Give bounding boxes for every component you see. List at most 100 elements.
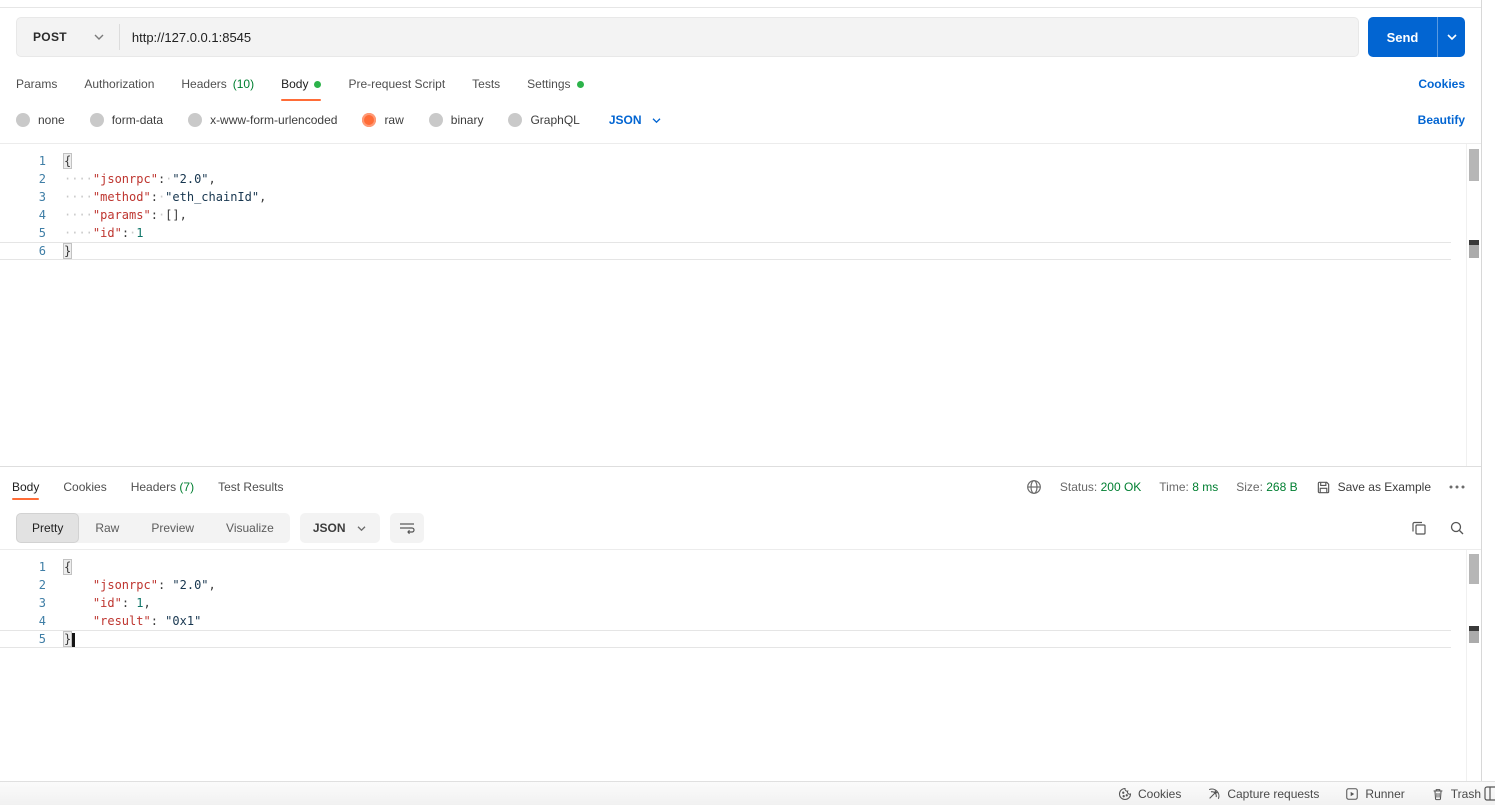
- clipped-panel-icon: [1484, 786, 1495, 801]
- radio-icon: [16, 113, 30, 127]
- statusbar-capture-requests[interactable]: Capture requests: [1207, 787, 1319, 801]
- code-line[interactable]: 3 ····"method":·"eth_chainId",: [0, 188, 1451, 206]
- view-row-right: [1411, 520, 1465, 536]
- code-text: {: [62, 153, 73, 169]
- code-line[interactable]: 6}: [0, 242, 1451, 260]
- code-text: }: [46, 630, 76, 648]
- url-input[interactable]: [119, 18, 1358, 56]
- response-headers-count: (7): [179, 480, 195, 494]
- radio-icon: [508, 113, 523, 127]
- more-options-icon[interactable]: [1449, 485, 1465, 489]
- tab-authorization[interactable]: Authorization: [84, 69, 154, 99]
- code-line[interactable]: 2 "jsonrpc": "2.0",: [0, 576, 1451, 594]
- view-pretty[interactable]: Pretty: [16, 513, 80, 543]
- tab-response-cookies[interactable]: Cookies: [63, 468, 106, 506]
- cookie-icon: [1118, 787, 1132, 800]
- editor-scrollbar[interactable]: [1466, 144, 1481, 466]
- code-line[interactable]: 4 ····"params":·[],: [0, 206, 1451, 224]
- line-number: 4: [38, 614, 46, 628]
- code-text: "id": 1,: [92, 596, 151, 610]
- line-number: 2: [38, 172, 46, 186]
- wrap-lines-button[interactable]: [389, 513, 424, 543]
- send-button[interactable]: Send: [1368, 17, 1465, 57]
- mode-none[interactable]: none: [16, 113, 65, 127]
- code-line[interactable]: 3 "id": 1,: [0, 594, 1451, 612]
- code-text: ····"jsonrpc":·"2.0",: [64, 172, 216, 186]
- tab-headers[interactable]: Headers (10): [181, 69, 254, 99]
- size-value: 268 B: [1266, 480, 1298, 494]
- view-visualize[interactable]: Visualize: [210, 513, 290, 543]
- request-language-select[interactable]: JSON: [609, 113, 662, 127]
- save-icon: [1317, 481, 1329, 493]
- line-number: 1: [38, 560, 46, 574]
- mode-graphql[interactable]: GraphQL: [508, 113, 580, 127]
- size-pair: Size: 268 B: [1236, 480, 1298, 494]
- code-line[interactable]: 5}: [0, 630, 1451, 648]
- send-label: Send: [1386, 29, 1419, 45]
- mode-raw[interactable]: raw: [362, 113, 404, 127]
- code-line[interactable]: 1{: [0, 558, 1451, 576]
- request-body-editor[interactable]: 1{2 ····"jsonrpc":·"2.0", 3 ····"method":·"…: [0, 143, 1481, 466]
- tab-response-body[interactable]: Body: [12, 468, 40, 506]
- tab-settings[interactable]: Settings: [527, 69, 584, 99]
- radio-selected-icon: [362, 113, 377, 127]
- mode-binary[interactable]: binary: [428, 113, 483, 127]
- search-response-icon[interactable]: [1449, 520, 1465, 536]
- time-pair: Time: 8 ms: [1159, 480, 1219, 494]
- tab-params[interactable]: Params: [16, 69, 57, 99]
- code-text: ····"params":·[],: [64, 208, 187, 222]
- line-number: 3: [38, 596, 46, 610]
- response-meta: Status: 200 OK Time: 8 ms Size: 268 B Sa…: [1026, 479, 1465, 495]
- chevron-down-icon: [356, 525, 367, 532]
- beautify-link[interactable]: Beautify: [1418, 113, 1465, 127]
- code-text: ····"id":·1: [64, 226, 144, 240]
- mode-x-www-form-urlencoded[interactable]: x-www-form-urlencoded: [188, 113, 337, 127]
- response-pane: Body Cookies Headers (7) Test Results St…: [0, 466, 1481, 781]
- code-text: "jsonrpc": "2.0",: [92, 578, 216, 592]
- chevron-down-icon: [651, 117, 662, 124]
- cookies-link[interactable]: Cookies: [1418, 77, 1465, 91]
- response-language-select[interactable]: JSON: [299, 513, 380, 543]
- body-modified-dot: [314, 80, 322, 88]
- tab-body[interactable]: Body: [281, 69, 322, 101]
- statusbar-trash[interactable]: Trash: [1431, 787, 1481, 801]
- scrollbar-thumb[interactable]: [1469, 554, 1479, 584]
- view-raw[interactable]: Raw: [79, 513, 135, 543]
- headers-count: (10): [232, 77, 255, 91]
- view-preview[interactable]: Preview: [135, 513, 210, 543]
- code-text: {: [62, 559, 73, 575]
- code-line[interactable]: 1{: [0, 152, 1451, 170]
- radio-icon: [428, 113, 443, 127]
- line-number: 5: [38, 632, 46, 646]
- method-dropdown[interactable]: POST: [17, 18, 119, 56]
- status-pair: Status: 200 OK: [1059, 480, 1142, 494]
- globe-icon: [1026, 479, 1042, 495]
- top-strip: [0, 0, 1481, 8]
- send-options-caret[interactable]: [1437, 17, 1465, 57]
- code-line[interactable]: 4 "result": "0x1": [0, 612, 1451, 630]
- save-as-example-button[interactable]: Save as Example: [1316, 480, 1431, 495]
- radio-icon: [89, 113, 104, 127]
- scrollbar-thumb[interactable]: [1469, 149, 1479, 181]
- status-bar: Cookies Capture requests Runner Trash: [0, 781, 1495, 805]
- editor-scrollbar[interactable]: [1466, 550, 1481, 781]
- runner-icon: [1346, 787, 1359, 800]
- code-text: }: [62, 243, 73, 259]
- tab-tests[interactable]: Tests: [472, 69, 500, 99]
- line-number: 1: [38, 154, 46, 168]
- code-line[interactable]: 2 ····"jsonrpc":·"2.0",: [0, 170, 1451, 188]
- settings-modified-dot: [576, 80, 584, 88]
- response-view-row: Pretty Raw Preview Visualize JSON: [0, 507, 1481, 549]
- code-line[interactable]: 5 ····"id":·1: [0, 224, 1451, 242]
- statusbar-cookies[interactable]: Cookies: [1118, 787, 1181, 801]
- radio-icon: [188, 113, 203, 127]
- statusbar-runner[interactable]: Runner: [1345, 787, 1405, 801]
- tab-pre-request-script[interactable]: Pre-request Script: [348, 69, 445, 99]
- tab-test-results[interactable]: Test Results: [218, 468, 283, 506]
- main-pane: POST Send Params Authorization Headers (…: [0, 0, 1482, 781]
- mode-form-data[interactable]: form-data: [89, 113, 163, 127]
- response-body-editor[interactable]: 1{2 "jsonrpc": "2.0", 3 "id": 1, 4 "result…: [0, 549, 1481, 781]
- tab-response-headers[interactable]: Headers (7): [131, 468, 194, 506]
- copy-response-icon[interactable]: [1411, 520, 1427, 536]
- time-value: 8 ms: [1192, 480, 1219, 494]
